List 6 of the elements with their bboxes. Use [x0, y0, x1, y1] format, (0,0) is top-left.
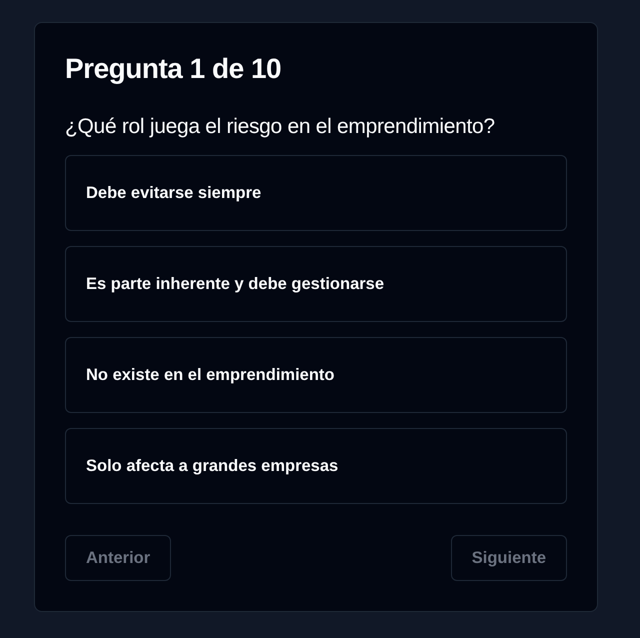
answer-option[interactable]: Solo afecta a grandes empresas [65, 428, 567, 504]
answer-option[interactable]: Es parte inherente y debe gestionarse [65, 246, 567, 322]
question-text: ¿Qué rol juega el riesgo en el emprendimiento? [65, 114, 496, 140]
answer-option[interactable]: No existe en el emprendimiento [65, 337, 567, 413]
question-counter: Pregunta 1 de 10 [65, 52, 282, 86]
answer-option[interactable]: Debe evitarse siempre [65, 155, 567, 231]
